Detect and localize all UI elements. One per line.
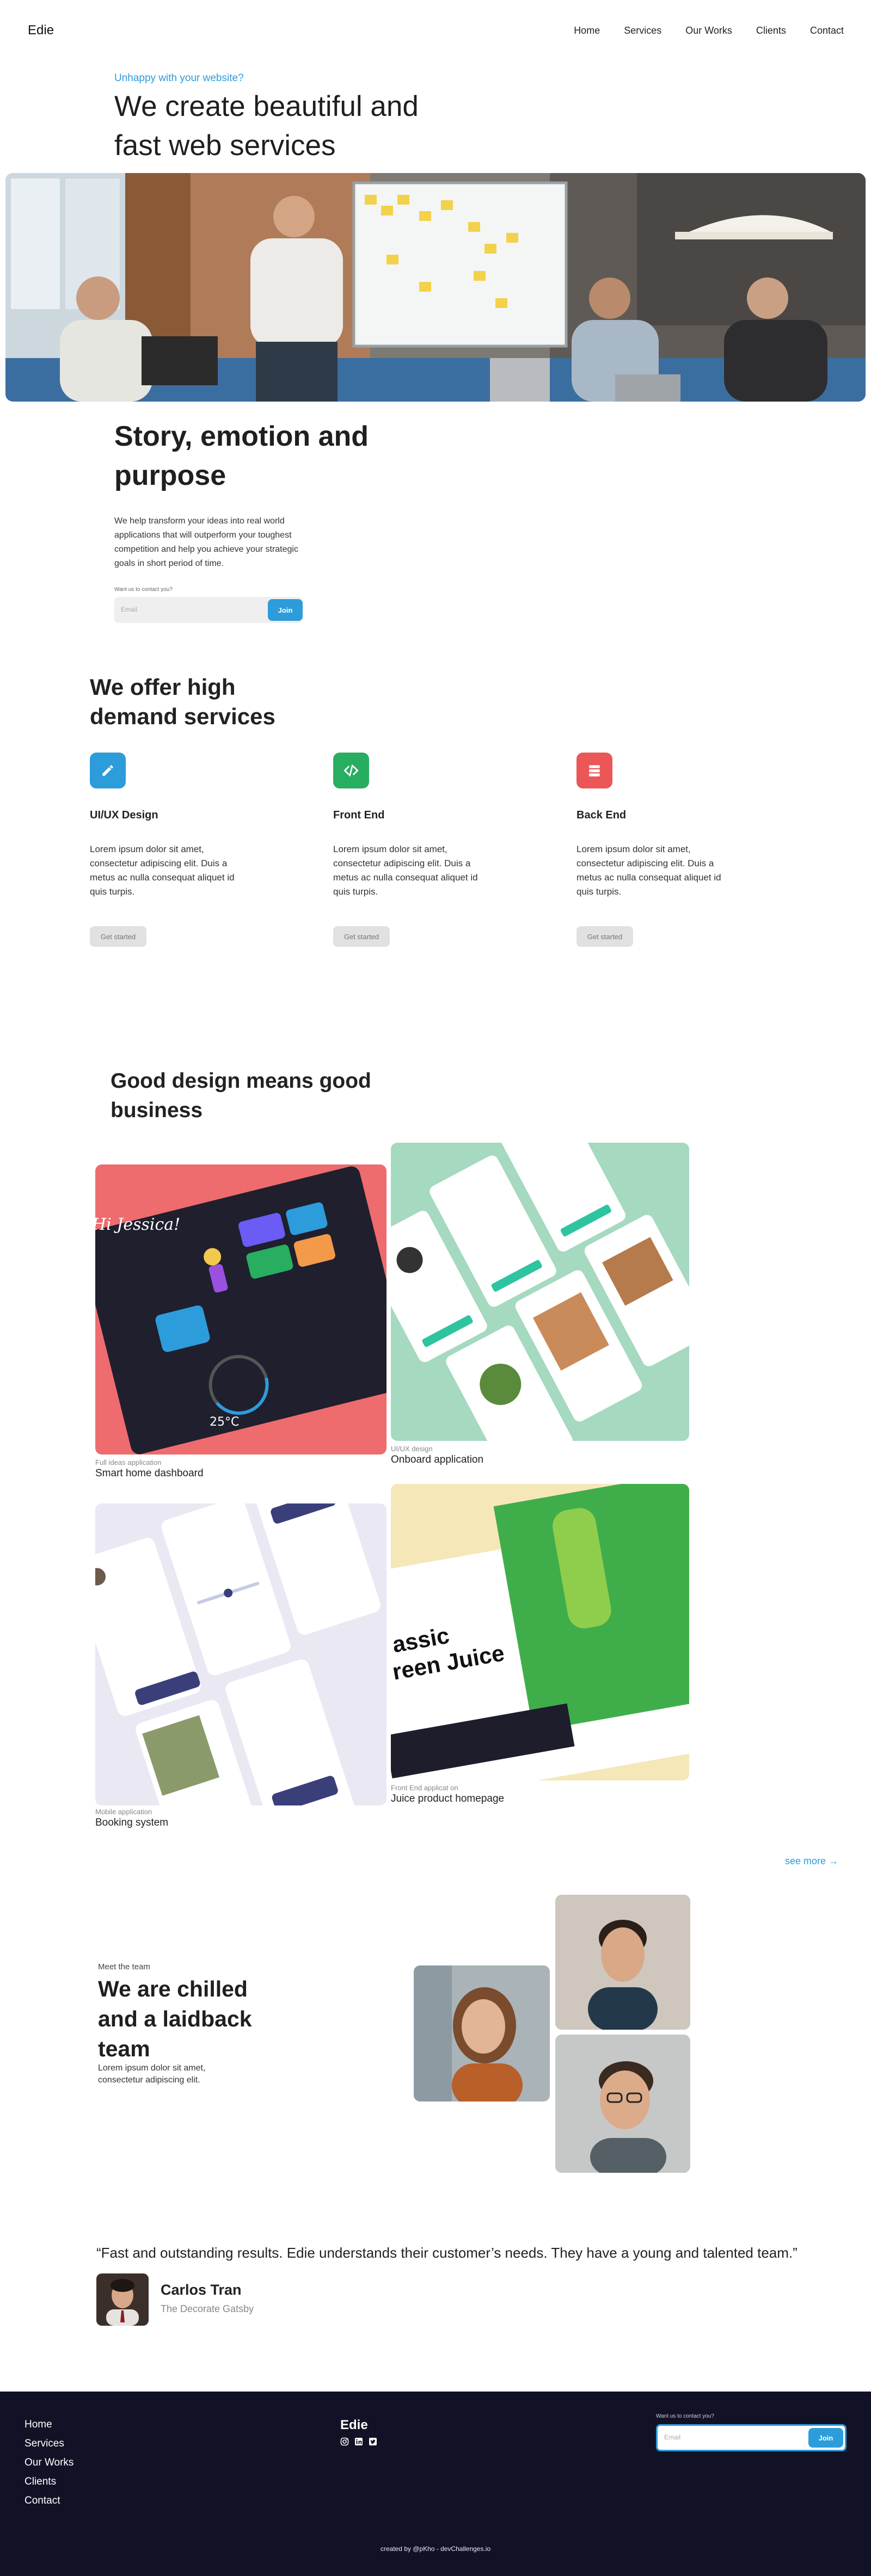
join-button[interactable]: Join bbox=[268, 599, 303, 621]
email-signup-form: Email Join bbox=[114, 597, 303, 623]
contact-label: Want us to contact you? bbox=[114, 587, 173, 593]
footer-contact-label: Want us to contact you? bbox=[656, 2413, 714, 2419]
server-icon bbox=[576, 753, 612, 788]
story-body: We help transform your ideas into real w… bbox=[114, 516, 298, 568]
work-title[interactable]: Juice product homepage bbox=[391, 1793, 504, 1805]
service-card-backend: Back End Lorem ipsum dolor sit amet, con… bbox=[576, 753, 734, 947]
work-caption: Front End applicat on Juice product home… bbox=[391, 1784, 504, 1805]
service-name: Back End bbox=[576, 809, 627, 821]
service-name: UI/UX Design bbox=[90, 809, 158, 821]
instagram-icon[interactable] bbox=[340, 2437, 349, 2446]
team-photo-man-1 bbox=[555, 1895, 690, 2030]
twitter-icon[interactable] bbox=[369, 2437, 377, 2446]
work-category: Mobile application bbox=[95, 1808, 152, 1816]
hero-eyebrow: Unhappy with your website? bbox=[114, 72, 244, 84]
nav-contact[interactable]: Contact bbox=[810, 25, 844, 36]
team-body: Lorem ipsum dolor sit amet, consectetur … bbox=[98, 2063, 206, 2085]
hero-team-photo bbox=[5, 173, 866, 402]
work-caption: UI/UX design Onboard application bbox=[391, 1445, 483, 1466]
main-nav: Home Services Our Works Clients Contact bbox=[574, 25, 844, 36]
work-caption: Full ideas application Smart home dashbo… bbox=[95, 1458, 204, 1480]
email-input[interactable]: Email bbox=[121, 606, 137, 613]
work-caption: Mobile application Booking system bbox=[95, 1808, 168, 1829]
get-started-button[interactable]: Get started bbox=[333, 926, 390, 947]
work-card-juice[interactable]: assic reen Juice bbox=[391, 1484, 689, 1780]
footer-email-input[interactable]: Email bbox=[664, 2433, 680, 2441]
footer-logo[interactable]: Edie bbox=[340, 2418, 368, 2433]
work-card-booking[interactable] bbox=[95, 1503, 387, 1805]
team-title: We are chilled and a laidback team bbox=[98, 1976, 252, 2061]
footer-credit: created by @pKho - devChallenges.io bbox=[380, 2545, 491, 2553]
nav-our-works[interactable]: Our Works bbox=[685, 25, 732, 36]
team-eyebrow: Meet the team bbox=[98, 1962, 150, 1971]
get-started-button[interactable]: Get started bbox=[90, 926, 146, 947]
pencil-icon bbox=[90, 753, 126, 788]
nav-services[interactable]: Services bbox=[624, 25, 661, 36]
site-logo[interactable]: Edie bbox=[28, 23, 54, 38]
service-card-frontend: Front End Lorem ipsum dolor sit amet, co… bbox=[333, 753, 491, 947]
work-title[interactable]: Onboard application bbox=[391, 1454, 483, 1466]
work-category: Front End applicat on bbox=[391, 1784, 458, 1792]
service-description: Lorem ipsum dolor sit amet, consectetur … bbox=[333, 844, 478, 897]
service-card-uiux: UI/UX Design Lorem ipsum dolor sit amet,… bbox=[90, 753, 248, 947]
footer-link-services[interactable]: Services bbox=[24, 2438, 73, 2450]
hero-title: We create beautiful and fast web service… bbox=[114, 90, 419, 162]
footer-nav: Home Services Our Works Clients Contact bbox=[24, 2419, 73, 2507]
work-card-smart-home[interactable]: Hi Jessica! 25°C bbox=[95, 1164, 387, 1455]
testimonial-quote: “Fast and outstanding results. Edie unde… bbox=[96, 2245, 798, 2261]
testimonial-avatar bbox=[96, 2273, 149, 2326]
services-title: We offer high demand services bbox=[90, 674, 275, 729]
footer-link-contact[interactable]: Contact bbox=[24, 2495, 73, 2507]
nav-clients[interactable]: Clients bbox=[756, 25, 786, 36]
work-category: UI/UX design bbox=[391, 1445, 433, 1453]
footer-link-our-works[interactable]: Our Works bbox=[24, 2457, 73, 2469]
service-name: Front End bbox=[333, 809, 385, 821]
footer-email-form: Email Join bbox=[656, 2424, 847, 2451]
mockup-greeting: Hi Jessica! bbox=[95, 1215, 180, 1234]
team-photo-woman bbox=[414, 1965, 550, 2102]
work-title[interactable]: Booking system bbox=[95, 1817, 168, 1829]
mockup-temperature: 25°C bbox=[210, 1415, 239, 1429]
testimonial-role: The Decorate Gatsby bbox=[161, 2303, 254, 2314]
work-card-onboard[interactable] bbox=[391, 1143, 689, 1441]
service-description: Lorem ipsum dolor sit amet, consectetur … bbox=[576, 844, 721, 897]
get-started-button[interactable]: Get started bbox=[576, 926, 633, 947]
story-title: Story, emotion and purpose bbox=[114, 421, 369, 491]
social-links bbox=[340, 2437, 377, 2446]
site-footer: Home Services Our Works Clients Contact … bbox=[0, 2392, 871, 2576]
team-photo-man-2 bbox=[555, 2035, 690, 2173]
nav-home[interactable]: Home bbox=[574, 25, 600, 36]
service-description: Lorem ipsum dolor sit amet, consectetur … bbox=[90, 844, 235, 897]
linkedin-icon[interactable] bbox=[354, 2437, 363, 2446]
footer-join-button[interactable]: Join bbox=[808, 2428, 843, 2448]
works-title: Good design means good business bbox=[111, 1069, 371, 1122]
footer-link-home[interactable]: Home bbox=[24, 2419, 73, 2431]
footer-link-clients[interactable]: Clients bbox=[24, 2476, 73, 2488]
code-icon bbox=[333, 753, 369, 788]
work-title[interactable]: Smart home dashboard bbox=[95, 1468, 204, 1480]
see-more-link[interactable]: see more → bbox=[785, 1856, 838, 1867]
work-category: Full ideas application bbox=[95, 1458, 162, 1466]
testimonial-name: Carlos Tran bbox=[161, 2282, 242, 2298]
